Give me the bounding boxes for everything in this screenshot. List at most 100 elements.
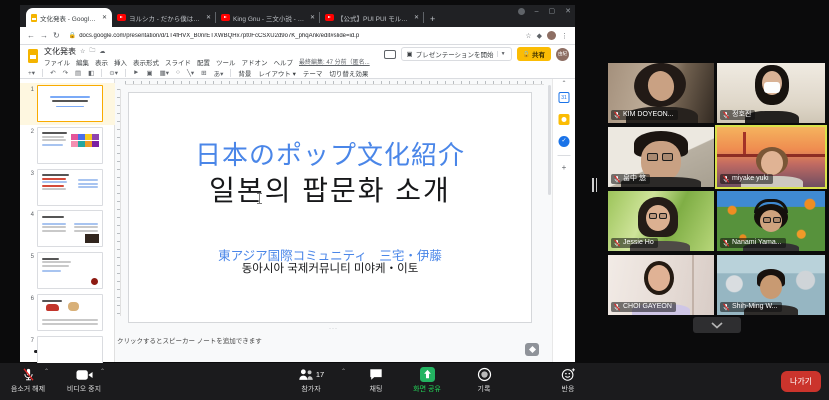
move-folder-icon[interactable]: 🗀 [89,46,95,56]
hidden-menus-icon[interactable] [384,50,396,59]
menu-スライド[interactable]: スライド [165,57,191,67]
slide-thumbnail-2[interactable] [37,127,103,164]
slide-title-korean[interactable]: 일본의 팝문화 소개 [129,169,531,209]
calendar-icon[interactable]: 31 [559,92,570,103]
keep-icon[interactable] [559,114,570,125]
browser-avatar[interactable] [547,31,556,40]
toolbar-button-切り替え効果[interactable]: 切り替え効果 [329,68,368,78]
slide-thumbnail-1[interactable] [37,85,103,122]
menu-kebab-icon[interactable]: ⋮ [561,32,568,40]
share-button[interactable]: 화면 공유 [399,366,455,394]
account-avatar[interactable]: 由紀 [556,48,569,61]
select-cursor-icon[interactable]: ► [133,69,139,76]
bookmark-star-icon[interactable]: ☆ [525,32,531,40]
participants-button[interactable]: 17참가자 [283,366,339,394]
forward-icon[interactable]: → [40,31,48,40]
close-icon[interactable]: ✕ [565,7,571,15]
share-button[interactable]: 🔒 共有 [517,47,551,61]
redo-icon[interactable]: ↷ [63,69,68,77]
menu-アドオン[interactable]: アドオン [242,57,268,67]
paint-format-icon[interactable]: ◧ [88,69,94,77]
browser-tab-2[interactable]: ヨルシカ - だから僕は音楽を辞めた✕ [112,8,216,27]
star-icon[interactable]: ☆ [80,48,85,55]
menu-表示形式[interactable]: 表示形式 [133,57,159,67]
menu-配置[interactable]: 配置 [197,57,210,67]
zoom-icon[interactable]: ⊙▾ [109,69,118,77]
slide-subtitle-korean[interactable]: 동아시아 국제커뮤니티 미야케・이토 [129,260,531,276]
participant-video-4[interactable]: miyake yuki [717,127,825,187]
new-slide-icon[interactable]: +▾ [28,69,35,77]
panel-resize-handle[interactable] [592,178,600,192]
record-button[interactable]: 기록 [456,366,512,394]
last-edited-link[interactable]: 最終編集: 47 分前（匿名... [299,57,370,66]
toolbar-button-レイアウト ▾[interactable]: レイアウト ▾ [258,68,296,78]
tab-close-icon[interactable]: ✕ [310,14,315,21]
textbox-icon[interactable]: ▣ [146,69,152,77]
browser-tab-3[interactable]: King Gnu - 三文小説 - YouTube✕ [216,8,320,27]
menu-挿入[interactable]: 挿入 [114,57,127,67]
toolbar-button-背景[interactable]: 背景 [238,68,251,78]
participant-video-1[interactable]: KIM DOYEON... [608,63,714,123]
reactions-button[interactable]: 반응 [540,366,596,394]
leave-meeting-button[interactable]: 나가기 [781,371,821,392]
reload-icon[interactable]: ↻ [53,31,60,40]
collapse-videos-button[interactable] [693,317,741,333]
participant-video-5[interactable]: Jessie Ho [608,191,714,251]
notes-resize-handle[interactable]: ··· [115,326,552,332]
menu-ツール[interactable]: ツール [216,57,236,67]
document-title[interactable]: 文化発表 [44,46,76,57]
explore-button[interactable] [525,343,539,356]
browser-profile-icon[interactable] [518,8,525,15]
print-icon[interactable]: ▤ [75,69,81,77]
slide-thumbnail-5[interactable] [37,252,103,289]
present-button[interactable]: ▣ プレゼンテーションを開始 ▼ [401,47,512,61]
slide-title-japanese[interactable]: 日本のポップ文化紹介 [129,135,531,172]
minimize-icon[interactable]: – [535,8,539,15]
participant-video-8[interactable]: Shih-Ming W... [717,255,825,315]
tab-close-icon[interactable]: ✕ [206,14,211,21]
extensions-icon[interactable]: ◆ [537,32,542,40]
present-dropdown-icon[interactable]: ▼ [497,51,506,57]
menu-表示[interactable]: 表示 [95,57,108,67]
back-icon[interactable]: ← [27,31,35,40]
browser-tab-4[interactable]: 【公式】PUI PUI モルカー 第1話✕ [320,8,424,27]
chat-button[interactable]: 채팅 [348,366,404,394]
insert-shape-icon[interactable]: ○ [176,69,180,76]
video-chevron-icon[interactable]: ⌃ [100,368,105,375]
menu-ヘルプ[interactable]: ヘルプ [274,57,294,67]
insert-table-icon[interactable]: ⊞ [201,69,206,77]
url-field[interactable]: 🔒 docs.google.com/presentation/d/1T4fHVX… [65,30,521,42]
mic-muted-icon [22,366,35,383]
menu-編集[interactable]: 編集 [76,57,89,67]
lock-icon: 🔒 [69,32,76,39]
current-slide[interactable]: 日本のポップ文化紹介 일본의 팝문화 소개 東アジア国際コミュニティ 三宅・伊藤… [128,92,532,323]
speaker-notes-placeholder[interactable]: クリックするとスピーカー ノートを追加できます [117,335,262,345]
tab-close-icon[interactable]: ✕ [414,14,419,21]
tab-close-icon[interactable]: ✕ [102,14,107,21]
participants-chevron-icon[interactable]: ⌃ [341,368,346,375]
maximize-icon[interactable]: ▢ [549,7,556,15]
youtube-favicon [117,14,126,21]
participant-video-3[interactable]: 畠中 悠 [608,127,714,187]
mic-chevron-icon[interactable]: ⌃ [44,368,49,375]
insert-line-icon[interactable]: ╲▾ [187,69,194,77]
font-icon[interactable]: あ▾ [214,68,224,78]
add-icon[interactable]: + [562,163,567,172]
slide-thumbnail-6[interactable] [37,294,103,331]
side-panel-collapse-icon[interactable]: ⌃ [561,80,566,87]
slide-thumbnail-4[interactable] [37,210,103,247]
insert-image-icon[interactable]: ▦▾ [160,69,169,77]
menu-ファイル[interactable]: ファイル [44,57,70,67]
browser-tab-1[interactable]: 文化発表 - Google スライド✕ [26,8,112,27]
toolbar-button-テーマ[interactable]: テーマ [303,68,323,78]
new-tab-button[interactable]: + [430,14,435,24]
participant-video-7[interactable]: CHOI GAYEON [608,255,714,315]
slides-logo-icon[interactable] [28,49,38,63]
thumbnail-number: 6 [26,294,34,302]
canvas-scrollbar[interactable] [548,85,551,195]
participant-video-6[interactable]: Nanami Yama... [717,191,825,251]
participant-video-2[interactable]: 정호진 [717,63,825,123]
tasks-icon[interactable]: ✓ [559,136,570,147]
slide-thumbnail-3[interactable] [37,169,103,206]
undo-icon[interactable]: ↶ [50,69,55,77]
